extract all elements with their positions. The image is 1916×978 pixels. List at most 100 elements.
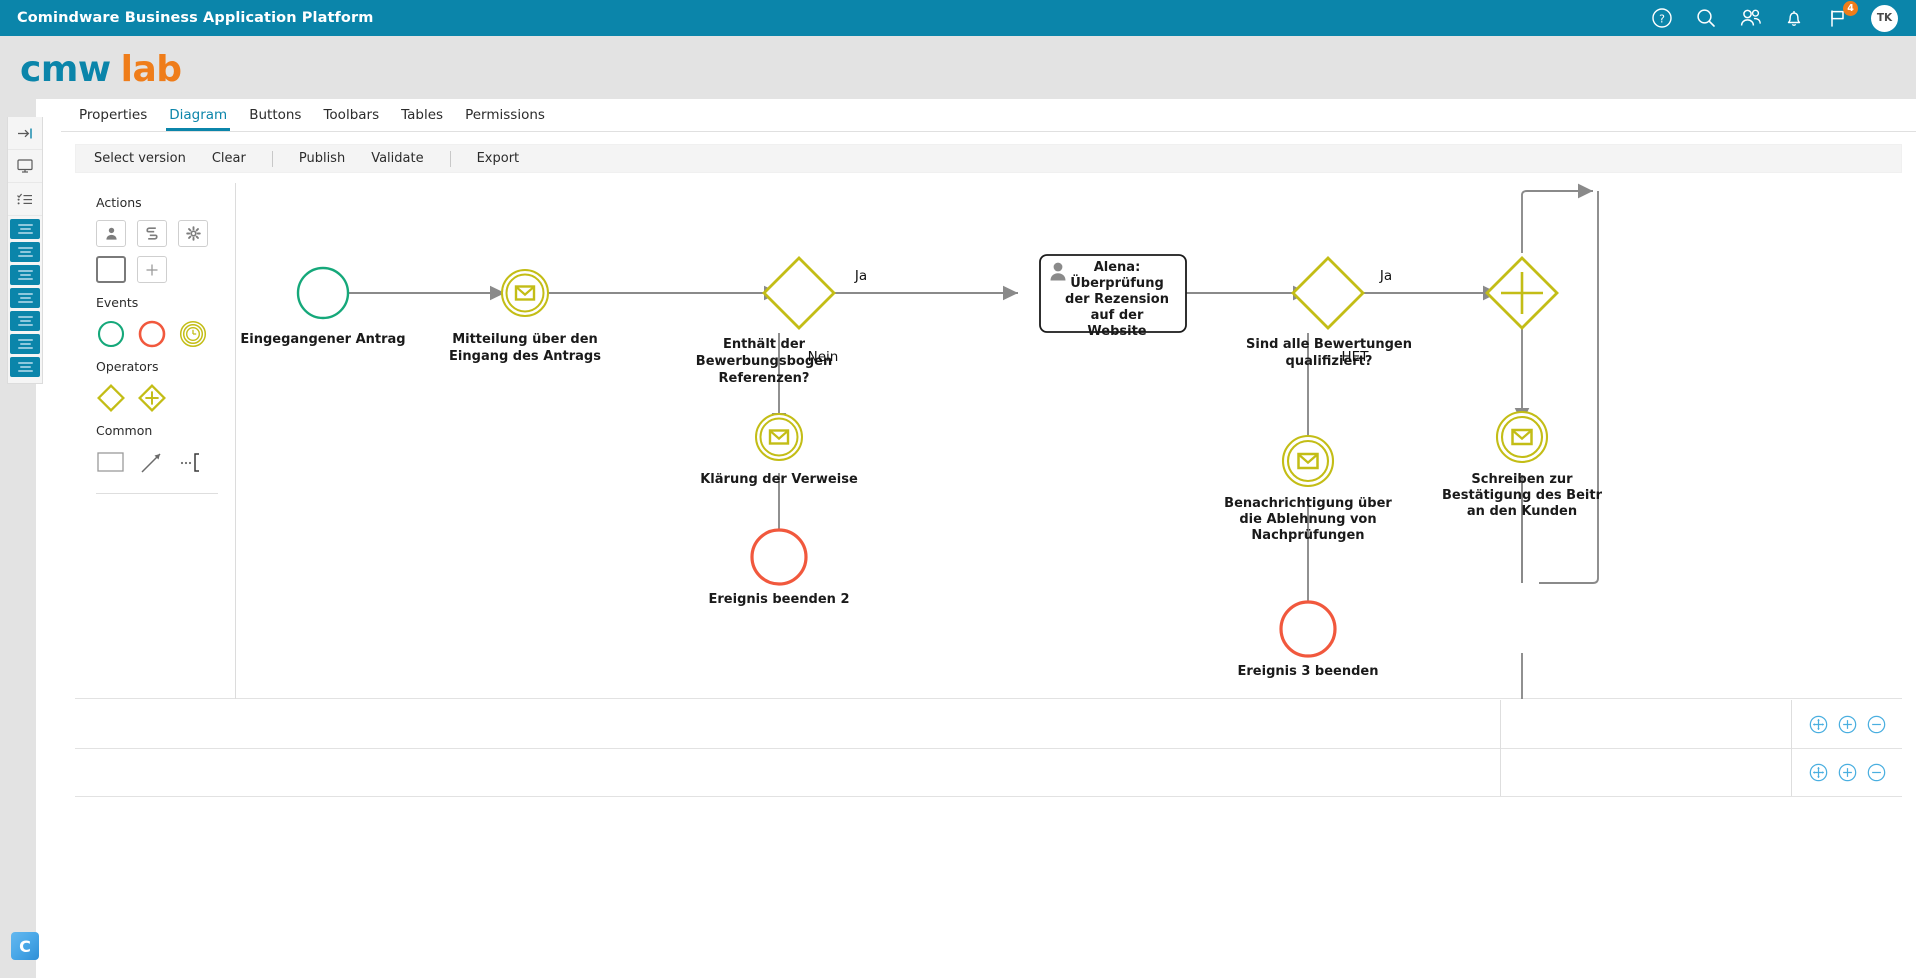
node-parallel-gateway bbox=[1485, 256, 1559, 330]
zoom-in-icon[interactable] bbox=[1838, 763, 1857, 782]
node-label-gw2-line1: Sind alle Bewertungen bbox=[1246, 337, 1412, 352]
node-label-gw1-line1: Enthält der bbox=[723, 337, 806, 352]
add-task-icon[interactable] bbox=[137, 256, 167, 283]
bracket-icon[interactable] bbox=[178, 448, 208, 475]
node-label-msg4-line1: Schreiben zur bbox=[1471, 472, 1573, 487]
validate-button[interactable]: Validate bbox=[371, 151, 423, 166]
clear-button[interactable]: Clear bbox=[212, 151, 246, 166]
people-icon[interactable] bbox=[1739, 7, 1761, 29]
service-task-gear-icon[interactable] bbox=[178, 220, 208, 247]
top-bar: Comindware Business Application Platform… bbox=[0, 0, 1916, 36]
edge-label-ja-1: Ja bbox=[854, 268, 867, 284]
fit-icon[interactable] bbox=[1809, 715, 1828, 734]
palette-divider bbox=[96, 493, 218, 494]
palette-operators-row bbox=[96, 383, 235, 412]
comindware-corner-logo[interactable]: C bbox=[11, 932, 39, 960]
node-label-gw1-line3: Referenzen? bbox=[719, 371, 810, 386]
sidebar-item-2[interactable] bbox=[10, 242, 40, 262]
node-message-event-4 bbox=[1495, 410, 1549, 464]
empty-task-icon[interactable] bbox=[96, 256, 126, 283]
flag-icon[interactable]: 4 bbox=[1827, 1, 1858, 29]
pane2-left-area bbox=[75, 748, 1501, 796]
node-label-msg1-line1: Mitteilung über den bbox=[452, 332, 598, 347]
node-label-end1: Ereignis beenden 2 bbox=[709, 592, 850, 607]
logo-band: cmw lab bbox=[0, 36, 1916, 99]
exclusive-gateway-icon[interactable] bbox=[96, 383, 126, 412]
rectangle-icon[interactable] bbox=[96, 448, 126, 475]
node-exclusive-gateway-1 bbox=[762, 256, 836, 330]
node-label-task-line1: Alena: bbox=[1094, 260, 1141, 275]
tab-buttons[interactable]: Buttons bbox=[238, 107, 312, 131]
sidebar-item-1[interactable] bbox=[10, 219, 40, 239]
select-version-button[interactable]: Select version bbox=[94, 151, 186, 166]
zoom-out-icon[interactable] bbox=[1867, 715, 1886, 734]
node-exclusive-gateway-2 bbox=[1291, 256, 1365, 330]
tab-tables[interactable]: Tables bbox=[390, 107, 454, 131]
checklist-icon[interactable] bbox=[8, 183, 42, 216]
left-rail: C bbox=[0, 99, 43, 978]
list-glyph bbox=[17, 268, 33, 282]
bottom-pane-1 bbox=[75, 700, 1902, 748]
tab-diagram[interactable]: Diagram bbox=[158, 107, 238, 131]
palette-section-events: Events bbox=[96, 295, 139, 310]
sidebar-item-5[interactable] bbox=[10, 311, 40, 331]
parallel-gateway-icon[interactable] bbox=[137, 383, 167, 412]
timer-event-icon[interactable] bbox=[178, 320, 208, 347]
sidebar-item-4[interactable] bbox=[10, 288, 40, 308]
main-content: Properties Diagram Buttons Toolbars Tabl… bbox=[61, 99, 1916, 978]
node-label-msg3-line2: die Ablehnung von bbox=[1239, 512, 1376, 527]
help-icon[interactable]: ? bbox=[1651, 7, 1673, 29]
edge-label-ja-2: Ja bbox=[1379, 268, 1392, 284]
pane2-zoom-controls bbox=[1792, 763, 1902, 782]
sidebar-item-6[interactable] bbox=[10, 334, 40, 354]
search-icon[interactable] bbox=[1695, 7, 1717, 29]
palette-actions-row1 bbox=[96, 220, 235, 247]
node-message-event-1 bbox=[501, 269, 549, 317]
pane2-mid-area bbox=[1501, 748, 1792, 796]
pane1-left-area bbox=[75, 700, 1501, 748]
node-label-end2: Ereignis 3 beenden bbox=[1238, 664, 1379, 679]
logo-lab: lab bbox=[120, 49, 182, 90]
node-end-event-2 bbox=[1279, 600, 1337, 658]
toolbar-separator bbox=[271, 150, 273, 167]
start-event-icon[interactable] bbox=[96, 320, 126, 347]
toolbar-separator bbox=[449, 150, 451, 167]
cmw-lab-logo: cmw lab bbox=[20, 49, 182, 90]
zoom-in-icon[interactable] bbox=[1838, 715, 1857, 734]
export-button[interactable]: Export bbox=[477, 151, 520, 166]
zoom-out-icon[interactable] bbox=[1867, 763, 1886, 782]
monitor-icon[interactable] bbox=[8, 150, 42, 183]
publish-button[interactable]: Publish bbox=[299, 151, 345, 166]
bottom-pane-2 bbox=[75, 748, 1902, 796]
palette-common-row bbox=[96, 448, 235, 475]
edge-label-nein: Nein bbox=[808, 349, 839, 365]
fit-icon[interactable] bbox=[1809, 763, 1828, 782]
palette-section-common: Common bbox=[96, 423, 153, 438]
end-event-icon[interactable] bbox=[137, 320, 167, 347]
bell-icon[interactable] bbox=[1783, 7, 1805, 29]
user-task-icon[interactable] bbox=[96, 220, 126, 247]
arrow-icon[interactable] bbox=[137, 448, 167, 475]
avatar[interactable]: TK bbox=[1871, 4, 1898, 32]
node-start-event bbox=[296, 266, 350, 320]
diagram-canvas-area: Actions Events Operators Common Eingegan… bbox=[75, 183, 1902, 699]
sidebar-item-3[interactable] bbox=[10, 265, 40, 285]
node-label-msg3-line3: Nachprüfungen bbox=[1251, 528, 1364, 543]
pane1-mid-area bbox=[1501, 700, 1792, 748]
collapse-icon[interactable] bbox=[8, 117, 42, 150]
bpmn-diagram[interactable]: Eingegangener Antrag Mitteilung über den… bbox=[233, 183, 1902, 699]
list-glyph bbox=[17, 222, 33, 236]
node-label-task-line2: Überprüfung bbox=[1070, 275, 1164, 291]
node-label-msg4-line3: an den Kunden bbox=[1467, 504, 1577, 519]
logo-cmw: cmw bbox=[20, 49, 111, 90]
left-rail-inner bbox=[7, 117, 43, 384]
tab-permissions[interactable]: Permissions bbox=[454, 107, 556, 131]
tab-properties[interactable]: Properties bbox=[68, 107, 158, 131]
top-bar-actions: ? 4 TK bbox=[1651, 1, 1898, 32]
node-label-task-line4: auf der bbox=[1091, 308, 1144, 323]
pane-divider-2 bbox=[75, 796, 1902, 797]
script-task-icon[interactable] bbox=[137, 220, 167, 247]
list-glyph bbox=[17, 314, 33, 328]
tab-toolbars[interactable]: Toolbars bbox=[312, 107, 390, 131]
sidebar-item-7[interactable] bbox=[10, 357, 40, 377]
